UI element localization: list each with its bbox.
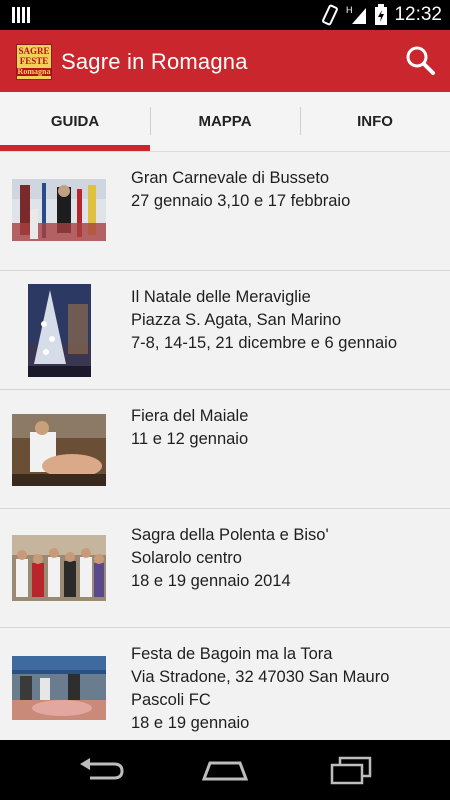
- event-title: Gran Carnevale di Busseto: [131, 169, 330, 187]
- list-item[interactable]: Gran Carnevale di Busseto 27 gennaio 3,1…: [0, 152, 450, 271]
- app-bar: SAGRE FESTE Romagna Sagre in Romagna: [0, 30, 450, 92]
- event-text: Sagra della Polenta e Biso' Solarolo cen…: [131, 524, 436, 593]
- event-detail: 18 e 19 gennaio 2014: [131, 572, 291, 590]
- event-detail: Solarolo centro: [131, 549, 242, 567]
- event-thumbnail: [12, 656, 106, 720]
- tab-bar: GUIDA MAPPA INFO: [0, 92, 450, 152]
- event-detail: 18 e 19 gennaio: [131, 714, 250, 732]
- event-thumbnail: [12, 414, 106, 486]
- event-detail: Piazza S. Agata, San Marino: [131, 311, 342, 329]
- back-icon[interactable]: [76, 755, 126, 785]
- list-item[interactable]: Festa de Bagoin ma la Tora Via Stradone,…: [0, 628, 450, 740]
- system-nav-bar: [0, 740, 450, 800]
- recent-apps-icon[interactable]: [326, 755, 376, 785]
- event-detail: Via Stradone, 32 47030 San Mauro: [131, 668, 390, 686]
- event-title: Il Natale delle Meraviglie: [131, 288, 311, 306]
- event-list: Gran Carnevale di Busseto 27 gennaio 3,1…: [0, 152, 450, 740]
- clock: 12:32: [394, 4, 442, 25]
- event-text: Festa de Bagoin ma la Tora Via Stradone,…: [131, 643, 436, 735]
- event-thumbnail: [12, 535, 106, 601]
- home-icon[interactable]: [200, 755, 250, 785]
- tab-guida[interactable]: GUIDA: [0, 92, 150, 152]
- search-icon[interactable]: [404, 44, 436, 76]
- list-item[interactable]: Il Natale delle Meraviglie Piazza S. Aga…: [0, 271, 450, 390]
- svg-text:H: H: [346, 5, 353, 15]
- tab-mappa[interactable]: MAPPA: [150, 92, 300, 152]
- list-item[interactable]: Sagra della Polenta e Biso' Solarolo cen…: [0, 509, 450, 628]
- event-title: Fiera del Maiale: [131, 407, 249, 425]
- tab-selected-indicator: [0, 145, 150, 151]
- tab-info[interactable]: INFO: [300, 92, 450, 152]
- event-thumbnail: [12, 179, 106, 241]
- notification-icon: [12, 7, 30, 23]
- event-title: Sagra della Polenta e Biso': [131, 526, 329, 544]
- signal-icon: H: [346, 5, 367, 24]
- status-bar: H 12:32: [0, 0, 450, 30]
- battery-icon: [375, 4, 388, 25]
- app-title: Sagre in Romagna: [61, 49, 248, 74]
- vibrate-icon: [322, 4, 339, 26]
- event-detail: Pascoli FC: [131, 691, 211, 709]
- event-text: Gran Carnevale di Busseto 27 gennaio 3,1…: [131, 167, 436, 213]
- list-item[interactable]: Fiera del Maiale 11 e 12 gennaio: [0, 390, 450, 509]
- event-thumbnail: [28, 284, 91, 377]
- event-title: Festa de Bagoin ma la Tora: [131, 645, 333, 663]
- event-detail: 7-8, 14-15, 21 dicembre e 6 gennaio: [131, 334, 398, 352]
- event-text: Il Natale delle Meraviglie Piazza S. Aga…: [131, 286, 436, 355]
- event-detail: 27 gennaio 3,10 e 17 febbraio: [131, 192, 351, 210]
- app-logo: SAGRE FESTE Romagna: [16, 44, 52, 80]
- event-detail: 11 e 12 gennaio: [131, 430, 249, 448]
- event-text: Fiera del Maiale 11 e 12 gennaio: [131, 405, 436, 451]
